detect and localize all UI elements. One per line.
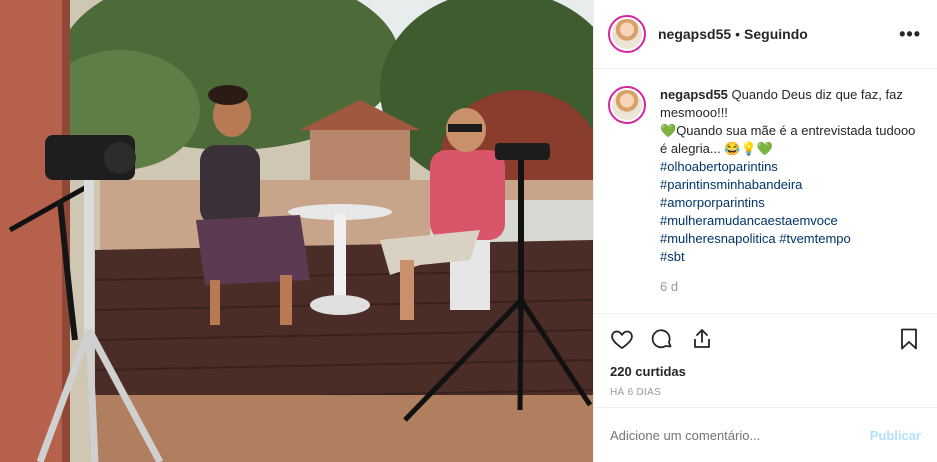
- hashtag-link[interactable]: #mulheramudancaestaemvoce: [660, 212, 925, 230]
- separator-dot: •: [735, 26, 741, 42]
- green-heart-icon: 💚: [660, 123, 677, 138]
- post-timestamp[interactable]: HÁ 6 DIAS: [610, 387, 921, 398]
- hashtag-link[interactable]: #parintinsminhabandeira: [660, 176, 925, 194]
- more-horizontal-icon[interactable]: •••: [899, 24, 921, 45]
- hashtag-link[interactable]: #olhoabertoparintins: [660, 158, 925, 176]
- profile-avatar[interactable]: [608, 15, 646, 53]
- heart-outline-icon[interactable]: [610, 327, 634, 351]
- caption-avatar[interactable]: [608, 86, 646, 124]
- comment-bubble-icon[interactable]: [650, 327, 674, 351]
- bookmark-icon[interactable]: [897, 327, 921, 351]
- avatar-image: [612, 19, 642, 49]
- likes-count[interactable]: 220 curtidas: [610, 364, 921, 379]
- post-photo[interactable]: [0, 0, 593, 462]
- caption-time-ago[interactable]: 6 d: [660, 278, 925, 296]
- hashtag-link[interactable]: #sbt: [660, 248, 925, 266]
- action-icon-row: [610, 324, 921, 354]
- avatar-image: [612, 90, 642, 120]
- publish-button[interactable]: Publicar: [870, 428, 921, 443]
- hashtag-link[interactable]: #amorporparintins: [660, 194, 925, 212]
- post-sidebar: negapsd55 • Seguindo ••• negapsd55 Quand…: [593, 0, 937, 462]
- post-header: negapsd55 • Seguindo •••: [594, 0, 937, 69]
- post-photo-illustration: [0, 0, 593, 462]
- header-username[interactable]: negapsd55: [658, 26, 731, 42]
- caption-text-line2: Quando sua mãe é a entrevistada tudooo é…: [660, 123, 916, 156]
- comment-input[interactable]: [610, 427, 870, 443]
- caption-username[interactable]: negapsd55: [660, 87, 728, 102]
- caption-body: negapsd55 Quando Deus diz que faz, faz m…: [660, 86, 925, 296]
- comment-bar: Publicar: [594, 407, 937, 462]
- share-icon[interactable]: [690, 327, 714, 351]
- post-actions: 220 curtidas HÁ 6 DIAS: [594, 313, 937, 398]
- following-button[interactable]: Seguindo: [744, 26, 808, 42]
- post-caption: negapsd55 Quando Deus diz que faz, faz m…: [608, 86, 925, 296]
- hashtag-link[interactable]: #mulheresnapolitica #tvemtempo: [660, 230, 925, 248]
